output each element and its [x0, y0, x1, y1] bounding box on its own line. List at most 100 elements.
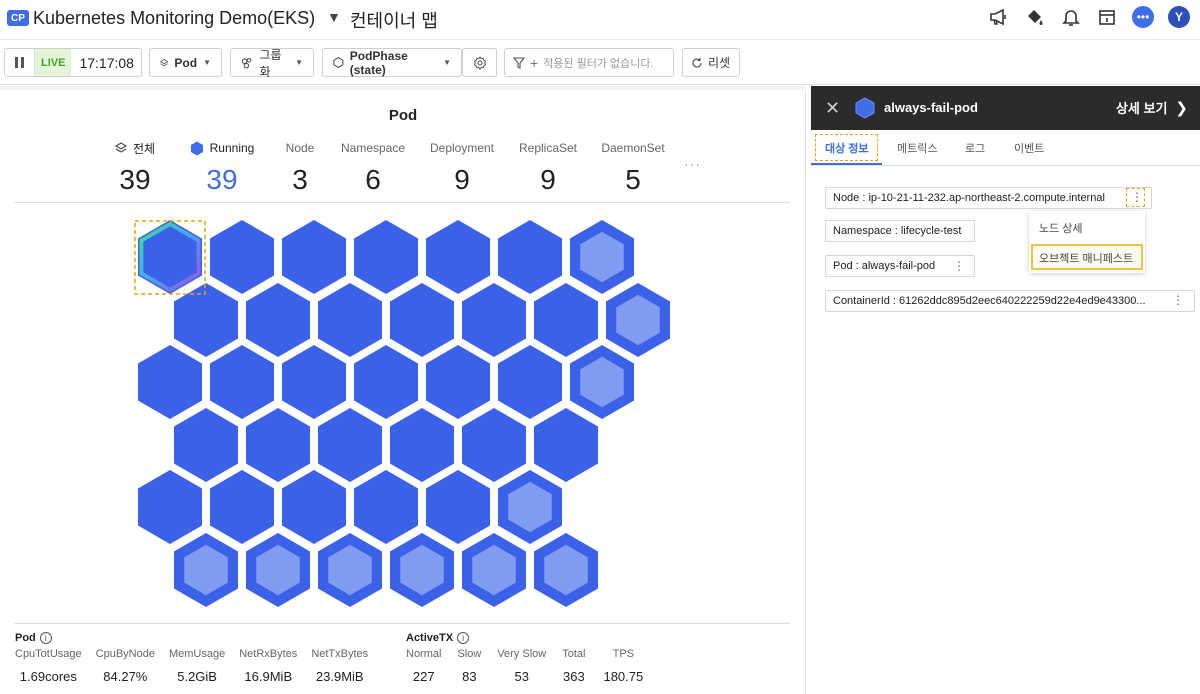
bell-icon[interactable]: [1060, 6, 1082, 28]
pod-hexagon[interactable]: [318, 533, 382, 607]
pod-hexagon[interactable]: [138, 345, 202, 419]
live-control: LIVE 17:17:08: [4, 48, 142, 77]
activetx-title: ActiveTX: [406, 632, 454, 644]
pod-hexagon[interactable]: [390, 533, 454, 607]
pod-hexagon[interactable]: [534, 533, 598, 607]
pod-hexagon[interactable]: [174, 408, 238, 482]
pod-hexagon[interactable]: [498, 470, 562, 544]
filter-icon: [513, 56, 525, 69]
phase-settings-button[interactable]: [462, 48, 497, 77]
summary-value: 9: [540, 164, 556, 195]
pod-hexagon[interactable]: [138, 470, 202, 544]
more-summary-icon[interactable]: ···: [684, 156, 701, 172]
toolbar: LIVE 17:17:08 Pod ▼ 그룹화 ▼ PodPhase (stat…: [0, 40, 1200, 85]
pod-hexagon[interactable]: [246, 533, 310, 607]
megaphone-icon[interactable]: [988, 6, 1010, 28]
info-icon[interactable]: i: [39, 632, 52, 644]
pod-hexagon[interactable]: [426, 345, 490, 419]
tab-logs[interactable]: 로그: [965, 140, 985, 156]
menu-item-node-detail[interactable]: 노드 상세: [1039, 220, 1083, 236]
pod-hexagon[interactable]: [606, 283, 670, 357]
pod-hexagon[interactable]: [246, 408, 310, 482]
pod-hexagon[interactable]: [498, 220, 562, 294]
metric-cpu-by-node: CpuByNode 84.27%: [95, 648, 155, 684]
pod-hexagon[interactable]: [390, 408, 454, 482]
pod-hexagon[interactable]: [462, 283, 526, 357]
live-badge[interactable]: LIVE: [35, 49, 72, 76]
project-title[interactable]: Kubernetes Monitoring Demo(EKS): [33, 8, 315, 29]
live-time: 17:17:08: [79, 54, 134, 71]
highlight-more-marker: [1126, 188, 1145, 207]
node-info: Node : ip-10-21-11-232.ap-northeast-2.co…: [833, 192, 1105, 204]
metric-slow: Slow 83: [457, 648, 482, 684]
container-more-icon[interactable]: ⋮: [1172, 293, 1184, 307]
header-actions: ••• Y: [988, 6, 1190, 28]
view-select-label: Pod: [174, 55, 198, 70]
node-context-menu: 노드 상세 오브젝트 매니페스트: [1029, 211, 1145, 273]
filter-bar[interactable]: + 적용된 필터가 없습니다.: [504, 48, 674, 77]
project-dropdown-caret-icon[interactable]: ▼: [327, 9, 341, 25]
pod-hexagon[interactable]: [354, 220, 418, 294]
summary-value: 6: [365, 164, 381, 195]
pod-info: Pod : always-fail-pod: [833, 260, 936, 272]
paint-bucket-icon[interactable]: [1024, 6, 1046, 28]
summary-node[interactable]: Node 3: [274, 140, 326, 196]
calendar-box-icon[interactable]: [1096, 6, 1118, 28]
chat-icon[interactable]: •••: [1132, 6, 1154, 28]
add-filter-icon: +: [530, 54, 539, 71]
menu-item-object-manifest[interactable]: 오브젝트 매니페스트: [1039, 250, 1133, 266]
pod-hexagon[interactable]: [462, 533, 526, 607]
summary-label: DaemonSet: [601, 141, 665, 155]
pod-hexagon[interactable]: [210, 470, 274, 544]
summary-value: 9: [454, 164, 470, 195]
pod-hexagon[interactable]: [498, 345, 562, 419]
pod-hexagon[interactable]: [318, 283, 382, 357]
view-detail-link[interactable]: 상세 보기 ❯: [1116, 98, 1188, 117]
pod-hexagon[interactable]: [174, 533, 238, 607]
pod-hexagon[interactable]: [318, 408, 382, 482]
summary-total[interactable]: 전체 39: [108, 140, 162, 196]
pod-hexagon[interactable]: [426, 470, 490, 544]
summary-namespace[interactable]: Namespace 6: [336, 140, 410, 196]
selected-pod-hexagon[interactable]: [138, 220, 202, 294]
summary-value: 5: [625, 164, 641, 195]
layers-icon: [114, 142, 127, 153]
pod-hexagon[interactable]: [246, 283, 310, 357]
info-icon[interactable]: i: [457, 632, 470, 644]
group-select[interactable]: 그룹화 ▼: [230, 48, 314, 79]
pod-hexagon[interactable]: [570, 345, 634, 419]
pod-hexagon[interactable]: [354, 345, 418, 419]
summary-replicaset[interactable]: ReplicaSet 9: [514, 140, 582, 196]
pod-hexagon[interactable]: [210, 345, 274, 419]
pod-hexagon[interactable]: [390, 283, 454, 357]
reset-button[interactable]: 리셋: [682, 48, 740, 77]
pod-hexagon[interactable]: [282, 470, 346, 544]
pod-hexagon[interactable]: [282, 345, 346, 419]
summary-daemonset[interactable]: DaemonSet 5: [598, 140, 668, 196]
pod-hexagon[interactable]: [210, 220, 274, 294]
tab-events[interactable]: 이벤트: [1014, 140, 1044, 156]
view-select[interactable]: Pod ▼: [149, 48, 222, 77]
pod-hexagon[interactable]: [426, 220, 490, 294]
panel-top-edge: [0, 86, 806, 90]
pod-more-icon[interactable]: ⋮: [953, 259, 965, 273]
user-avatar[interactable]: Y: [1168, 6, 1190, 28]
pod-hexagon[interactable]: [534, 408, 598, 482]
summary-label: Deployment: [429, 141, 495, 155]
pod-hexagon[interactable]: [534, 283, 598, 357]
tab-metrics[interactable]: 메트릭스: [897, 140, 937, 156]
page-title: 컨테이너 맵: [350, 11, 438, 31]
pod-hexagon[interactable]: [462, 408, 526, 482]
pod-hexagon[interactable]: [354, 470, 418, 544]
summary-running[interactable]: Running 39: [184, 140, 260, 196]
summary-label: Running: [209, 141, 255, 155]
pause-button[interactable]: [5, 49, 35, 76]
metric-mem-usage: MemUsage 5.2GiB: [168, 648, 226, 684]
summary-deployment[interactable]: Deployment 9: [424, 140, 500, 196]
pod-hexagon[interactable]: [570, 220, 634, 294]
phase-select[interactable]: PodPhase (state) ▼: [322, 48, 462, 77]
pod-hexagon[interactable]: [282, 220, 346, 294]
summary-label: 전체: [132, 141, 156, 156]
node-info-chip: Node : ip-10-21-11-232.ap-northeast-2.co…: [825, 187, 1152, 209]
close-icon[interactable]: ✕: [825, 98, 840, 119]
